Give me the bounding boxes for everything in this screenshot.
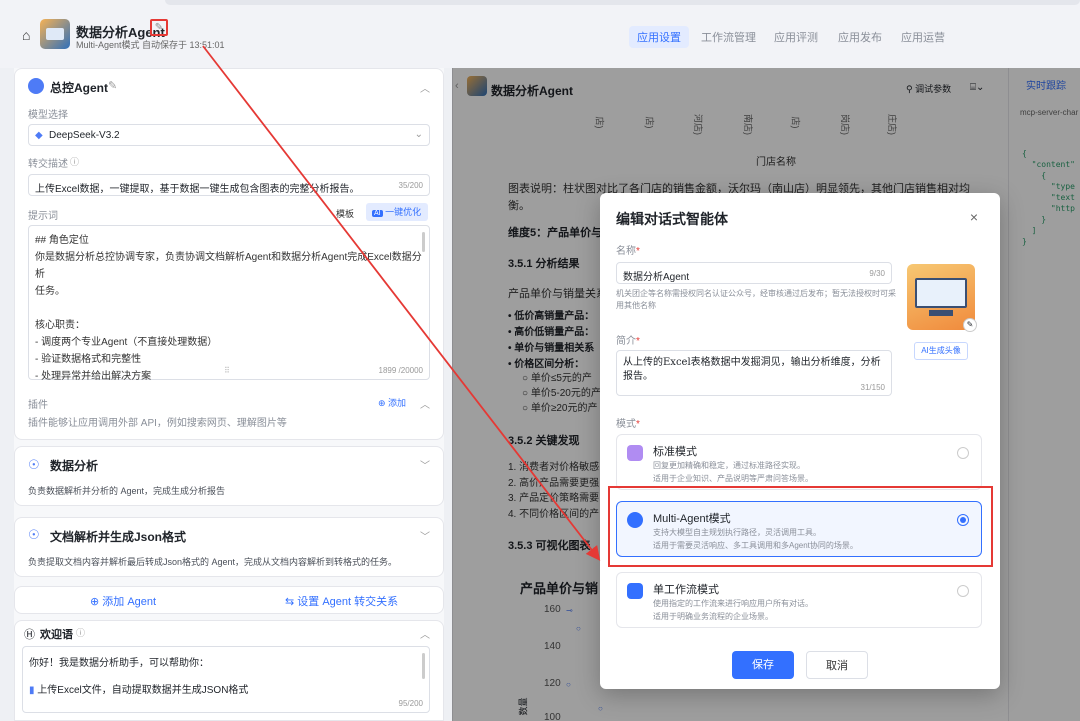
annotation-arrow (202, 45, 601, 561)
